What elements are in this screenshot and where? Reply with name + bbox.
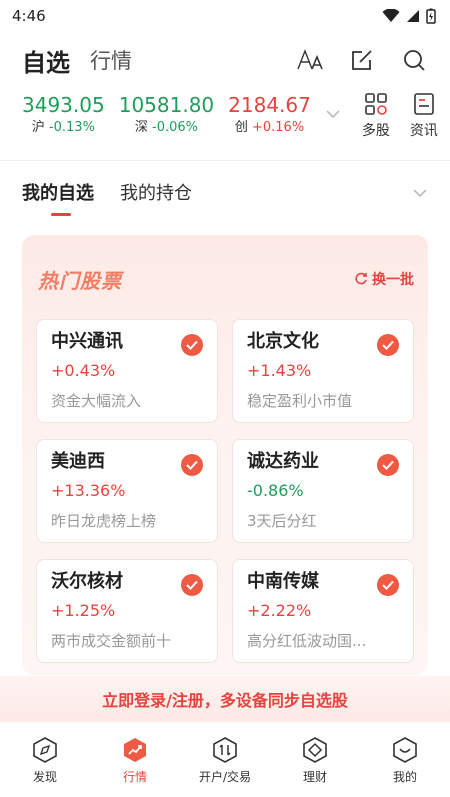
refresh-label: 换一批 [372,272,414,288]
news-icon [414,93,434,115]
stock-card[interactable]: 诚达药业 -0.86% 3天后分红 [232,439,414,543]
wifi-icon [382,9,400,22]
check-icon[interactable] [181,454,203,476]
tab-market[interactable]: 行情 [90,45,132,75]
stock-tag: 资金大幅流入 [51,392,142,410]
stock-tag: 昨日龙虎榜上榜 [51,512,157,530]
tab-watchlist[interactable]: 自选 [22,43,70,78]
index-value: 10581.80 [118,93,215,117]
stock-tag: 3天后分红 [247,512,317,530]
sub-tabs: 我的自选 我的持仓 [0,170,450,216]
stock-tag: 高分红低波动国... [247,632,367,650]
market-icon [124,738,146,762]
multi-stock-icon [365,93,387,115]
profile-icon [393,737,417,763]
nav-label: 理财 [302,770,327,784]
stock-change: +13.36% [51,481,126,500]
multi-stock-label: 多股 [361,123,390,139]
check-icon[interactable] [181,574,203,596]
stock-tag: 两市成交金额前十 [51,632,172,650]
stock-change: +1.43% [247,361,312,380]
stock-card[interactable]: 沃尔核材 +1.25% 两市成交金额前十 [36,559,218,663]
nav-label: 开户/交易 [198,770,252,784]
news-button[interactable]: 资讯 [407,92,441,140]
login-banner[interactable]: 立即登录/注册，多设备同步自选股 [0,676,450,722]
index-change: -0.06% [152,120,199,135]
compass-icon [33,737,57,763]
nav-label: 我的 [392,770,417,784]
stock-change: +0.43% [51,361,116,380]
status-bar: 4:46 [0,0,450,32]
check-icon[interactable] [377,334,399,356]
chevron-down-icon[interactable] [412,183,428,202]
tab-my-holdings[interactable]: 我的持仓 [120,179,192,205]
index-row: 3493.05 沪 -0.13% 10581.80 深 -0.06% 2184.… [0,92,450,148]
index-sh[interactable]: 3493.05 沪 -0.13% [22,92,105,138]
status-time: 4:46 [12,7,46,25]
nav-label: 发现 [32,770,57,784]
edit-icon[interactable] [348,46,376,74]
header: 自选 行情 [0,36,450,84]
chevron-down-icon[interactable] [325,104,347,123]
index-value: 2184.67 [228,93,311,117]
nav-wealth[interactable]: 理财 [280,736,350,785]
nav-discover[interactable]: 发现 [10,736,80,785]
index-value: 3493.05 [22,93,105,117]
battery-icon [426,8,436,24]
stock-tag: 稳定盈利小市值 [247,392,353,410]
index-name: 沪 [31,120,45,135]
hot-stocks-panel: 热门股票 换一批 中兴通讯 +0.43% 资金大幅流入 北京文化 +1.43% … [22,235,428,675]
nav-label: 行情 [122,770,147,784]
search-icon[interactable] [400,46,428,74]
refresh-button[interactable]: 换一批 [354,269,414,289]
stock-card[interactable]: 中南传媒 +2.22% 高分红低波动国... [232,559,414,663]
check-icon[interactable] [377,574,399,596]
nav-market[interactable]: 行情 [100,736,170,785]
index-name: 创 [234,120,248,135]
check-icon[interactable] [181,334,203,356]
stock-card[interactable]: 北京文化 +1.43% 稳定盈利小市值 [232,319,414,423]
stock-change: -0.86% [247,481,304,500]
hot-stocks-title: 热门股票 [38,269,122,293]
signal-icon [407,10,419,22]
index-sz[interactable]: 10581.80 深 -0.06% [119,92,214,138]
index-name: 深 [134,120,148,135]
news-label: 资讯 [409,123,438,139]
stock-change: +1.25% [51,601,116,620]
bottom-nav: 发现 行情 开户/交易 理财 我的 [0,730,450,797]
font-size-icon[interactable] [296,46,324,74]
index-change: -0.13% [48,120,95,135]
index-change: +0.16% [251,120,305,135]
stock-card[interactable]: 中兴通讯 +0.43% 资金大幅流入 [36,319,218,423]
refresh-icon [355,272,367,285]
multi-stock-button[interactable]: 多股 [359,92,393,140]
divider [0,160,450,161]
check-icon[interactable] [377,454,399,476]
trade-icon [213,737,237,763]
nav-profile[interactable]: 我的 [370,736,440,785]
nav-trade[interactable]: 开户/交易 [190,736,260,785]
stock-change: +2.22% [247,601,312,620]
stock-card[interactable]: 美迪西 +13.36% 昨日龙虎榜上榜 [36,439,218,543]
tab-my-watchlist[interactable]: 我的自选 [22,179,94,216]
wealth-icon [303,737,327,763]
index-cy[interactable]: 2184.67 创 +0.16% [228,92,311,138]
